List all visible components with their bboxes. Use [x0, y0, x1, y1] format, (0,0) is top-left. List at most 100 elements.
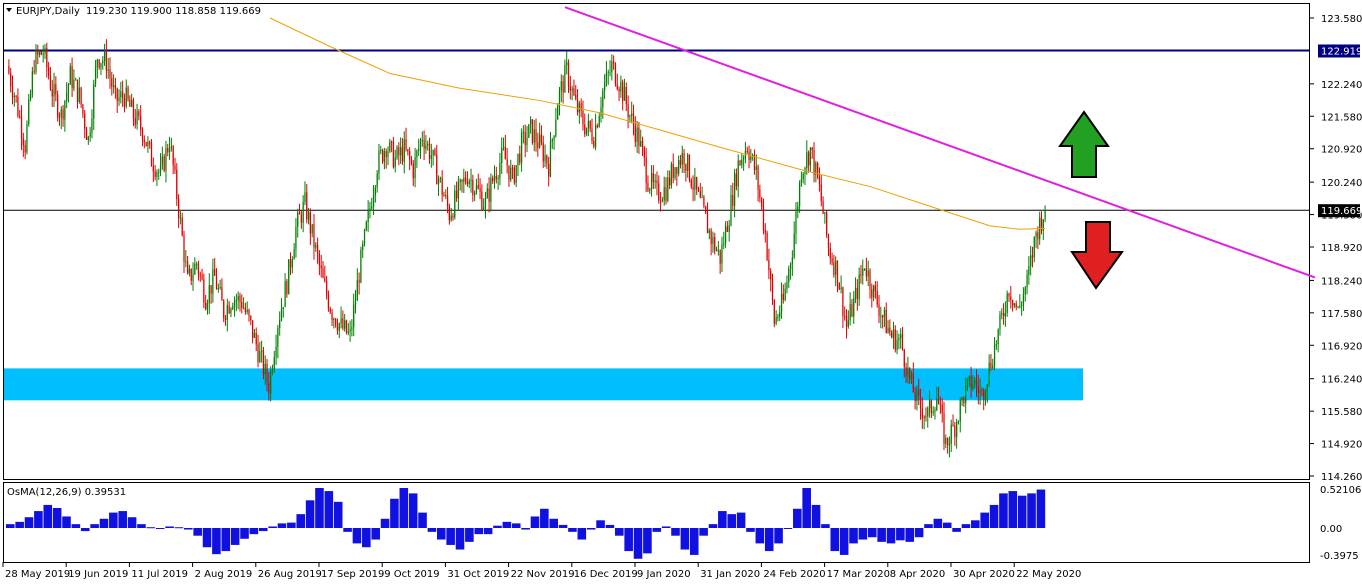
- osma-bar: [558, 524, 568, 528]
- candle-body: [622, 81, 624, 101]
- time-tick-label: 9 Jan 2020: [637, 569, 691, 580]
- candle-body: [295, 226, 297, 250]
- candle-body: [244, 307, 247, 312]
- candle-body: [33, 71, 35, 73]
- candle-body: [354, 300, 357, 305]
- candle-body: [179, 217, 182, 219]
- candle-body: [826, 212, 828, 236]
- osma-bar: [793, 508, 802, 528]
- candle-body: [724, 226, 727, 244]
- candle-body: [1042, 219, 1044, 231]
- candle-body: [1020, 305, 1023, 307]
- candle-body: [436, 154, 438, 185]
- osma-bar: [886, 528, 896, 544]
- candle-body: [464, 177, 467, 182]
- candle-body: [474, 192, 476, 196]
- candle-body: [392, 142, 395, 168]
- candle-body: [288, 259, 290, 295]
- candle-body: [930, 400, 933, 414]
- osma-bar: [746, 528, 755, 532]
- osma-bar: [465, 528, 474, 542]
- candle-body: [914, 392, 916, 402]
- osma-bar: [455, 528, 465, 550]
- osma-bar: [277, 523, 287, 528]
- candle-body: [542, 142, 544, 162]
- candle-body: [741, 159, 743, 166]
- osma-bar: [914, 528, 924, 538]
- candle-body: [430, 155, 432, 159]
- candle-body: [250, 316, 252, 321]
- candle-body: [800, 179, 803, 183]
- candle-body: [845, 316, 848, 327]
- time-tick-label: 8 Apr 2020: [890, 569, 945, 580]
- price-tick-label: 118.240: [1321, 276, 1362, 287]
- candle-body: [28, 99, 30, 124]
- candle-body: [1001, 313, 1003, 315]
- candle-body: [596, 125, 599, 127]
- osma-bar: [643, 528, 652, 554]
- candle-body: [558, 90, 561, 106]
- candle-body: [181, 217, 183, 236]
- candle-body: [136, 111, 138, 125]
- candle-body: [867, 270, 869, 277]
- price-tick-label: 117.580: [1321, 309, 1362, 320]
- candle-body: [688, 154, 691, 181]
- osma-bar: [839, 528, 849, 555]
- candle-body: [1006, 293, 1008, 313]
- osma-bar: [764, 528, 774, 552]
- symbol-dropdown-icon[interactable]: [6, 8, 12, 12]
- candle-body: [188, 268, 191, 274]
- osma-bar: [577, 528, 587, 540]
- candle-body: [719, 249, 721, 264]
- candle-body: [371, 206, 373, 209]
- candle-body: [224, 318, 227, 320]
- osma-bar: [530, 516, 540, 528]
- candle-body: [186, 261, 189, 274]
- candle-body: [775, 317, 777, 324]
- candle-body: [62, 109, 64, 120]
- price-tick-label: 115.580: [1321, 407, 1362, 418]
- candle-body: [141, 129, 144, 141]
- candle-body: [546, 155, 548, 164]
- candle-body: [158, 171, 160, 173]
- osma-bar: [952, 528, 961, 532]
- candle-body: [439, 177, 441, 179]
- candle-body: [975, 379, 978, 387]
- candle-body: [984, 392, 987, 400]
- candle-body: [943, 412, 945, 444]
- osma-bar: [174, 527, 184, 529]
- candle-body: [477, 185, 479, 189]
- candle-body: [291, 259, 293, 268]
- candle-body: [809, 147, 812, 166]
- candle-body: [49, 76, 52, 90]
- candle-body: [1037, 232, 1039, 240]
- candle-body: [863, 268, 866, 270]
- candle-body: [551, 139, 553, 142]
- candle-body: [116, 88, 118, 102]
- candle-body: [757, 166, 759, 190]
- candle-body: [1019, 305, 1021, 307]
- candle-body: [167, 148, 169, 153]
- time-tick-label: 17 Mar 2020: [827, 569, 890, 580]
- osma-bar: [230, 528, 240, 545]
- price-tick-label: 114.920: [1321, 440, 1362, 451]
- candle-body: [555, 119, 557, 136]
- candle-body: [138, 111, 140, 117]
- osma-bar: [62, 516, 71, 528]
- candle-body: [865, 268, 868, 277]
- candle-body: [777, 316, 779, 318]
- candle-body: [418, 148, 420, 151]
- trendline: [564, 6, 1316, 279]
- candle-body: [125, 87, 127, 107]
- candle-body: [251, 320, 254, 338]
- candle-body: [502, 147, 505, 149]
- candle-body: [979, 389, 981, 394]
- candle-body: [38, 51, 41, 55]
- candle-body: [89, 132, 91, 137]
- candle-body: [705, 206, 707, 214]
- candle-body: [483, 206, 485, 210]
- ohlc-readout: 119.230 119.900 118.858 119.669: [86, 6, 261, 17]
- candle-body: [103, 50, 106, 61]
- candle-body: [910, 373, 913, 380]
- candle-body: [645, 157, 647, 184]
